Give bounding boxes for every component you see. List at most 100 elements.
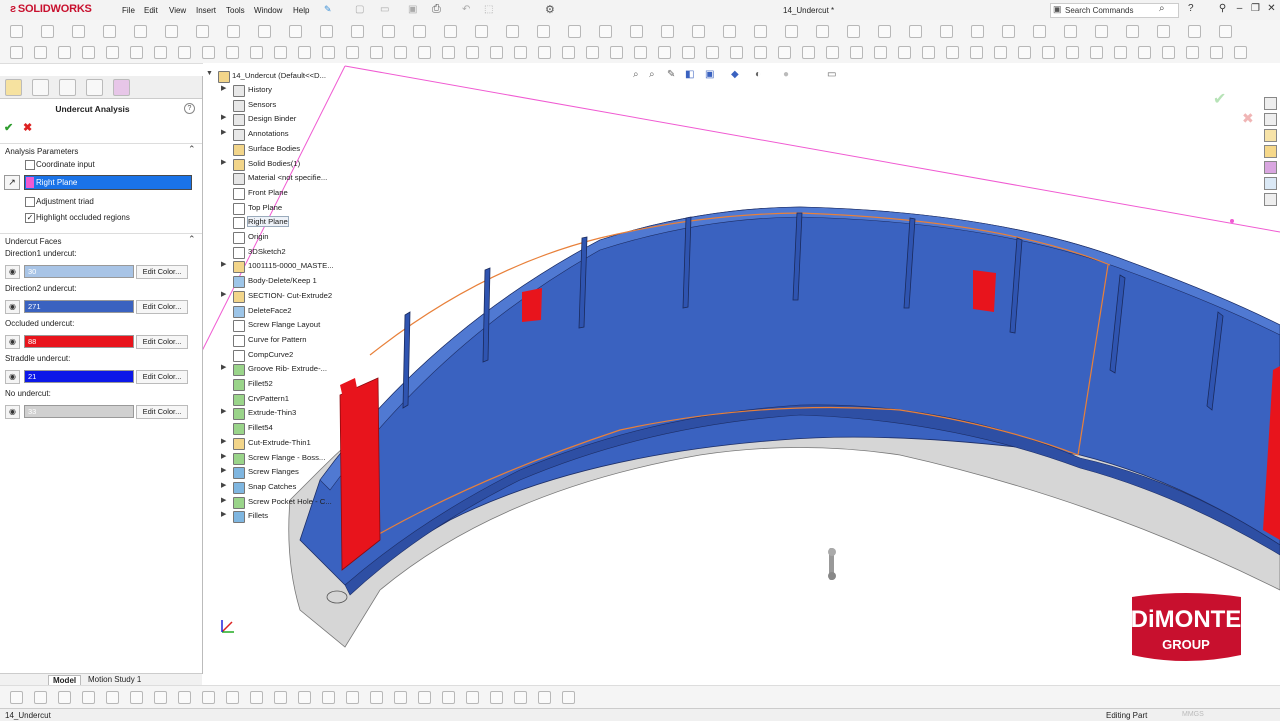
toolbar-tool-icon[interactable] <box>490 46 503 59</box>
toolbar-tool-icon[interactable] <box>394 46 407 59</box>
toolbar-tool-icon[interactable] <box>72 25 85 38</box>
user-icon[interactable]: ⚲ <box>1216 3 1229 16</box>
tab-motion-study-1[interactable]: Motion Study 1 <box>84 675 145 684</box>
design-library-icon[interactable] <box>1264 129 1277 142</box>
toolbar-tool-icon[interactable] <box>898 46 911 59</box>
toolbar-tool-icon[interactable] <box>730 46 743 59</box>
toolbar-tool-icon[interactable] <box>106 46 119 59</box>
direction-arrow-icon[interactable]: ↗ <box>4 175 20 190</box>
toolbar-tool-icon[interactable] <box>514 691 527 704</box>
toolbar-tool-icon[interactable] <box>850 46 863 59</box>
toolbar-tool-icon[interactable] <box>165 25 178 38</box>
custom-properties-icon[interactable] <box>1264 177 1277 190</box>
toolbar-tool-icon[interactable] <box>106 691 119 704</box>
cancel-x-icon[interactable]: ✖ <box>23 121 32 134</box>
toolbar-tool-icon[interactable] <box>346 691 359 704</box>
toolbar-tool-icon[interactable] <box>413 25 426 38</box>
toolbar-tool-icon[interactable] <box>442 46 455 59</box>
toolbar-tool-icon[interactable] <box>692 25 705 38</box>
collapse-arrow-icon[interactable]: ▼ <box>206 70 213 77</box>
menu-tools[interactable]: Tools <box>226 6 245 15</box>
toolbar-tool-icon[interactable] <box>1033 25 1046 38</box>
tab-property-manager[interactable] <box>32 79 49 96</box>
tab-feature-manager[interactable] <box>5 79 22 96</box>
toolbar-tool-icon[interactable] <box>82 46 95 59</box>
toolbar-tool-icon[interactable] <box>444 25 457 38</box>
toolbar-tool-icon[interactable] <box>103 25 116 38</box>
toolbar-tool-icon[interactable] <box>1066 46 1079 59</box>
toolbar-tool-icon[interactable] <box>723 25 736 38</box>
section-view-icon[interactable]: ◧ <box>685 69 694 80</box>
appearances-icon[interactable] <box>1264 161 1277 174</box>
toolbar-tool-icon[interactable] <box>394 691 407 704</box>
expand-arrow-icon[interactable]: ▶ <box>221 407 226 415</box>
expand-arrow-icon[interactable]: ▶ <box>221 452 226 460</box>
toolbar-tool-icon[interactable] <box>10 691 23 704</box>
resources-icon[interactable] <box>1264 113 1277 126</box>
occluded-edit-color-button[interactable]: Edit Color... <box>136 335 188 349</box>
toolbar-tool-icon[interactable] <box>58 691 71 704</box>
toolbar-tool-icon[interactable] <box>154 691 167 704</box>
adjustment-triad-checkbox[interactable] <box>25 197 35 207</box>
toolbar-tool-icon[interactable] <box>922 46 935 59</box>
toolbar-tool-icon[interactable] <box>1219 25 1232 38</box>
toolbar-tool-icon[interactable] <box>298 46 311 59</box>
toolbar-tool-icon[interactable] <box>514 46 527 59</box>
toolbar-tool-icon[interactable] <box>320 25 333 38</box>
move-handle-icon[interactable] <box>828 548 836 580</box>
close-icon[interactable]: ✕ <box>1265 3 1278 16</box>
toolbar-tool-icon[interactable] <box>322 46 335 59</box>
toolbar-tool-icon[interactable] <box>178 46 191 59</box>
toolbar-tool-icon[interactable] <box>1210 46 1223 59</box>
print-icon[interactable]: ⎙ <box>432 3 441 16</box>
toolbar-tool-icon[interactable] <box>778 46 791 59</box>
toolbar-tool-icon[interactable] <box>506 25 519 38</box>
appearance-icon[interactable]: ● <box>783 69 789 80</box>
toolbar-tool-icon[interactable] <box>250 46 263 59</box>
toolbar-tool-icon[interactable] <box>1002 25 1015 38</box>
toolbar-tool-icon[interactable] <box>537 25 550 38</box>
toolbar-tool-icon[interactable] <box>1095 25 1108 38</box>
toolbar-tool-icon[interactable] <box>382 25 395 38</box>
collapse-icon[interactable]: ⌃ <box>188 234 196 245</box>
toolbar-tool-icon[interactable] <box>970 46 983 59</box>
toolbar-tool-icon[interactable] <box>909 25 922 38</box>
view-orientation-icon[interactable]: ▣ <box>705 69 714 80</box>
home-icon[interactable] <box>1264 97 1277 110</box>
display-style-icon[interactable]: ◆ <box>731 69 739 80</box>
direction1-visibility-eye-icon[interactable]: ◉ <box>5 265 20 279</box>
toolbar-tool-icon[interactable] <box>599 25 612 38</box>
model-view[interactable]: ✔ ✖ <box>203 63 1280 673</box>
toolbar-tool-icon[interactable] <box>227 25 240 38</box>
expand-arrow-icon[interactable]: ▶ <box>221 260 226 268</box>
toolbar-tool-icon[interactable] <box>351 25 364 38</box>
expand-arrow-icon[interactable]: ▶ <box>221 466 226 474</box>
zoom-area-icon[interactable]: ⌕ <box>649 69 655 80</box>
file-explorer-icon[interactable] <box>1264 145 1277 158</box>
confirm-checkmark-icon[interactable]: ✔ <box>1213 91 1226 108</box>
straddle-edit-color-button[interactable]: Edit Color... <box>136 370 188 384</box>
toolbar-tool-icon[interactable] <box>946 46 959 59</box>
expand-arrow-icon[interactable]: ▶ <box>221 363 226 371</box>
toolbar-tool-icon[interactable] <box>226 691 239 704</box>
options-gear-icon[interactable]: ⚙ <box>545 3 555 16</box>
toolbar-tool-icon[interactable] <box>586 46 599 59</box>
occluded-visibility-eye-icon[interactable]: ◉ <box>5 335 20 349</box>
toolbar-tool-icon[interactable] <box>475 25 488 38</box>
toolbar-tool-icon[interactable] <box>568 25 581 38</box>
menu-file[interactable]: File <box>122 6 135 15</box>
no-undercut-edit-color-button[interactable]: Edit Color... <box>136 405 188 419</box>
toolbar-tool-icon[interactable] <box>658 46 671 59</box>
toolbar-tool-icon[interactable] <box>274 691 287 704</box>
toolbar-tool-icon[interactable] <box>878 25 891 38</box>
toolbar-tool-icon[interactable] <box>41 25 54 38</box>
toolbar-tool-icon[interactable] <box>370 691 383 704</box>
toolbar-tool-icon[interactable] <box>34 46 47 59</box>
toolbar-tool-icon[interactable] <box>1138 46 1151 59</box>
toolbar-tool-icon[interactable] <box>82 691 95 704</box>
expand-arrow-icon[interactable]: ▶ <box>221 510 226 518</box>
toolbar-tool-icon[interactable] <box>130 46 143 59</box>
undercut-faces-header[interactable]: Undercut Faces ⌃ <box>0 233 202 248</box>
toolbar-tool-icon[interactable] <box>10 46 23 59</box>
toolbar-tool-icon[interactable] <box>1126 25 1139 38</box>
